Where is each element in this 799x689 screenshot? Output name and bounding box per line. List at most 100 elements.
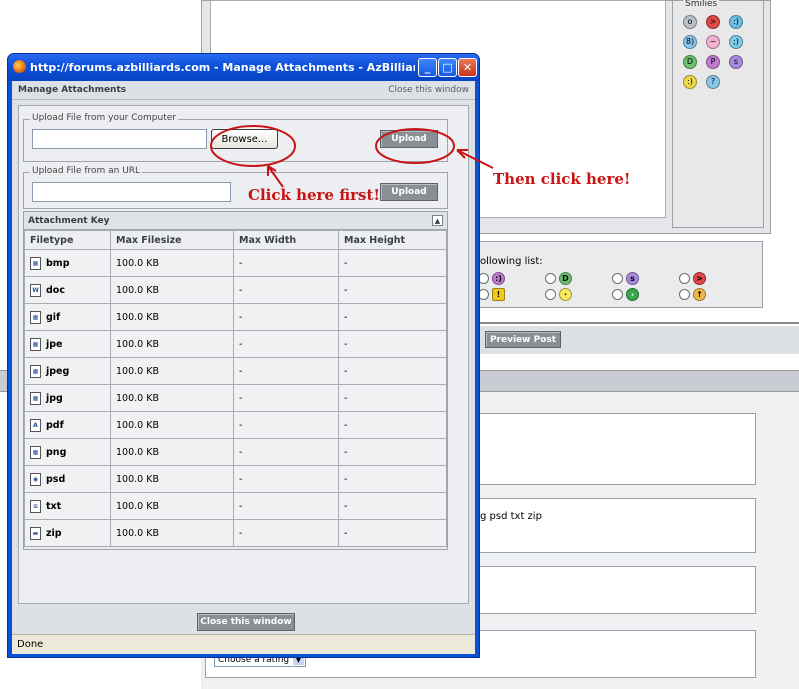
max-width-cell: - <box>233 411 339 439</box>
smilies-label: Smilies <box>683 0 720 9</box>
radio-button[interactable] <box>545 289 556 300</box>
max-height-cell: - <box>338 519 447 547</box>
image-file-icon: ▦ <box>30 445 41 459</box>
preview-post-button[interactable]: Preview Post <box>485 331 561 348</box>
filetype-cell: ▦ gif <box>24 303 111 331</box>
maximize-button[interactable]: □ <box>438 58 457 77</box>
options-bar <box>470 370 799 392</box>
filetype-cell: Wdoc <box>24 276 111 304</box>
happy-smiley-icon[interactable]: :) <box>683 75 697 89</box>
psd-file-icon: ◉ <box>30 472 41 486</box>
filetype-label: txt <box>46 500 62 512</box>
manager-content: Upload File from your Computer Browse...… <box>18 105 469 604</box>
lightbulb-icon: · <box>559 288 572 301</box>
separator-line <box>470 322 799 324</box>
options-box-3 <box>470 566 756 614</box>
angry-smiley-icon[interactable]: > <box>706 15 720 29</box>
status-text: Done <box>17 639 44 650</box>
radio-button[interactable] <box>612 289 623 300</box>
close-window-button[interactable]: ✕ <box>458 58 477 77</box>
zip-file-icon: ▬ <box>30 526 41 540</box>
smile-smiley-icon[interactable]: :) <box>729 15 743 29</box>
angry-icon: > <box>693 272 706 285</box>
window-titlebar[interactable]: http://forums.azbilliards.com - Manage A… <box>8 54 479 81</box>
filetype-label: psd <box>46 473 66 485</box>
image-file-icon: ▦ <box>30 391 41 405</box>
table-row: ◉ psd 100.0 KB - - <box>24 465 447 493</box>
max-height-cell: - <box>338 492 447 520</box>
click-here-first-annotation: Click here first! <box>248 186 380 204</box>
firefox-icon <box>13 60 26 73</box>
table-row: ▦ png 100.0 KB - - <box>24 438 447 466</box>
filetype-cell: ▬ zip <box>24 519 111 547</box>
max-width-cell: - <box>233 492 339 520</box>
smilies-grid: o > :) 8) ~ ;) D P s :) ? <box>683 15 749 89</box>
radio-button[interactable] <box>679 273 690 284</box>
max-filesize-cell: 100.0 KB <box>110 357 234 385</box>
radio-button[interactable] <box>612 273 623 284</box>
max-filesize-cell: 100.0 KB <box>110 492 234 520</box>
max-height-cell: - <box>338 330 447 358</box>
filetype-cell: ▦ jpe <box>24 330 111 358</box>
allowed-file-types-text: g psd txt zip <box>480 511 542 522</box>
collapse-icon[interactable]: ▲ <box>432 215 443 226</box>
upload-button[interactable]: Upload <box>380 130 438 148</box>
radio-button[interactable] <box>545 273 556 284</box>
table-row: ▬ zip 100.0 KB - - <box>24 519 447 547</box>
arrow-icon: › <box>626 288 639 301</box>
table-row: ▦ gif 100.0 KB - - <box>24 303 447 331</box>
max-width-cell: - <box>233 438 339 466</box>
column-header: Max Height <box>338 230 447 250</box>
column-header: Max Width <box>233 230 339 250</box>
table-row: Apdf 100.0 KB - - <box>24 411 447 439</box>
confused-smiley-icon[interactable]: s <box>729 55 743 69</box>
filetype-cell: ▦ jpeg <box>24 357 111 385</box>
warning-icon: ! <box>492 288 505 301</box>
minimize-button[interactable]: _ <box>418 58 437 77</box>
upload-computer-fieldset: Upload File from your Computer Browse...… <box>23 113 448 162</box>
radio-button[interactable] <box>679 289 690 300</box>
filetype-label: bmp <box>46 257 70 269</box>
url-input[interactable] <box>32 182 231 202</box>
max-height-cell: - <box>338 411 447 439</box>
table-row: ▦ jpg 100.0 KB - - <box>24 384 447 412</box>
options-box-2 <box>470 498 756 553</box>
cool-smiley-icon[interactable]: 8) <box>683 35 697 49</box>
image-file-icon: ▦ <box>30 337 41 351</box>
grin-icon: D <box>559 272 572 285</box>
max-width-cell: - <box>233 303 339 331</box>
filetype-label: jpeg <box>46 365 70 377</box>
filetype-cell: Apdf <box>24 411 111 439</box>
options-box-1 <box>470 413 756 485</box>
window-title: http://forums.azbilliards.com - Manage A… <box>30 61 415 74</box>
column-header: Filetype <box>24 230 111 250</box>
filetype-label: doc <box>46 284 65 296</box>
tongue-smiley-icon[interactable]: P <box>706 55 720 69</box>
smilies-panel: Smilies o > :) 8) ~ ;) D P s :) ? <box>672 0 764 228</box>
filetype-cell: ≡ txt <box>24 492 111 520</box>
wink-smiley-icon[interactable]: ;) <box>729 35 743 49</box>
column-header: Max Filesize <box>110 230 234 250</box>
close-window-link[interactable]: Close this window <box>388 85 469 95</box>
file-path-input[interactable] <box>32 129 207 149</box>
max-height-cell: - <box>338 384 447 412</box>
upload-url-fieldset: Upload File from an URL Upload <box>23 166 448 209</box>
close-this-window-button[interactable]: Close this window <box>197 613 295 631</box>
filetype-label: pdf <box>46 419 64 431</box>
upload-url-button[interactable]: Upload <box>380 183 438 201</box>
attachment-key-header: Attachment Key ▲ <box>24 212 447 230</box>
manager-header: Manage Attachments Close this window <box>12 81 475 100</box>
filetype-label: gif <box>46 311 61 323</box>
max-filesize-cell: 100.0 KB <box>110 438 234 466</box>
shocked-smiley-icon[interactable]: o <box>683 15 697 29</box>
max-filesize-cell: 100.0 KB <box>110 465 234 493</box>
table-header-row: Filetype Max Filesize Max Width Max Heig… <box>24 230 447 250</box>
max-filesize-cell: 100.0 KB <box>110 276 234 304</box>
embarrassed-smiley-icon[interactable]: ~ <box>706 35 720 49</box>
grin-smiley-icon[interactable]: D <box>683 55 697 69</box>
question-smiley-icon[interactable]: ? <box>706 75 720 89</box>
filetype-cell: ▦ jpg <box>24 384 111 412</box>
smile-icon: :) <box>492 272 505 285</box>
browse-button[interactable]: Browse... <box>211 129 278 149</box>
max-filesize-cell: 100.0 KB <box>110 330 234 358</box>
